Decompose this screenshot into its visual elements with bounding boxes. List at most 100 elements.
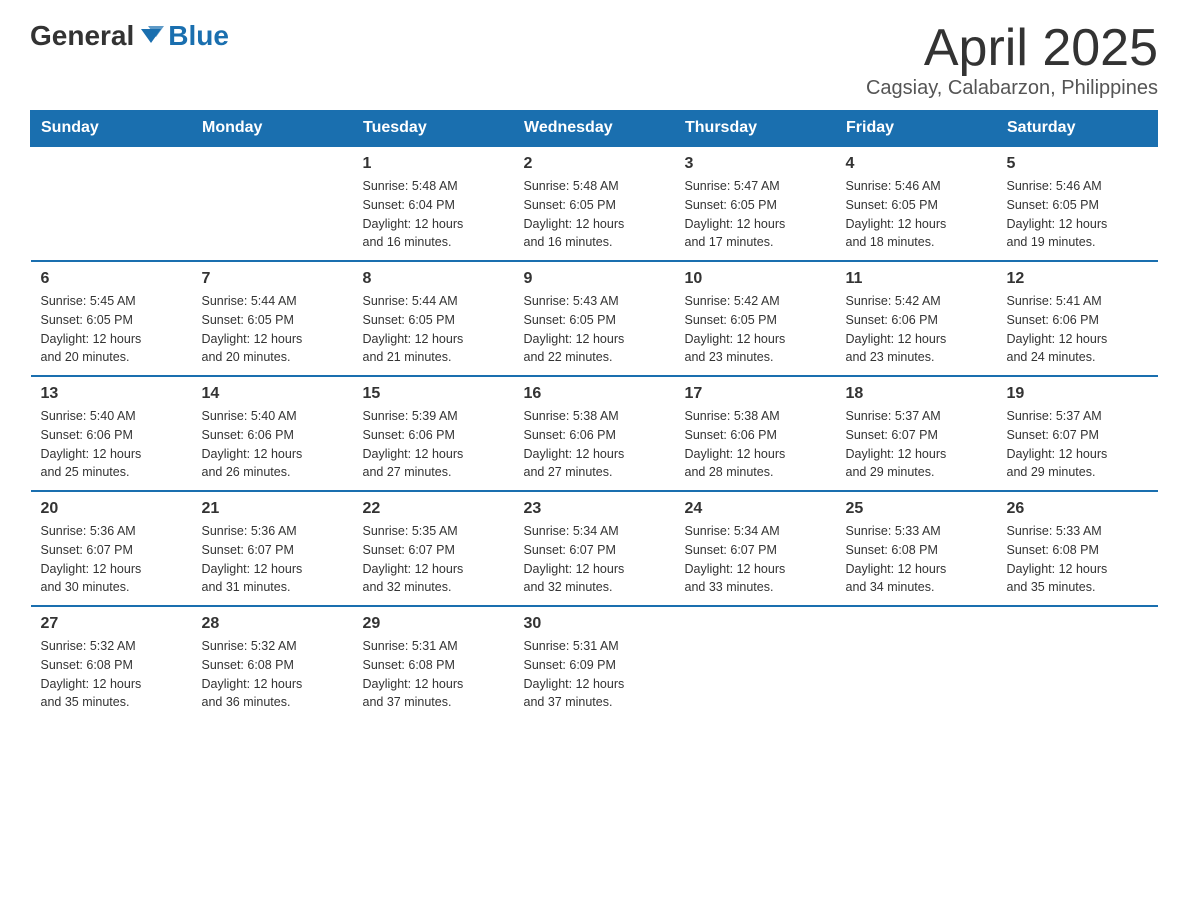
calendar-cell: 6 Sunrise: 5:45 AMSunset: 6:05 PMDaylight… [31, 261, 192, 376]
calendar-cell: 4 Sunrise: 5:46 AMSunset: 6:05 PMDaylight… [836, 146, 997, 261]
day-number: 25 [846, 500, 987, 518]
calendar-cell [997, 606, 1158, 720]
weekday-header-row: SundayMondayTuesdayWednesdayThursdayFrid… [31, 111, 1158, 147]
calendar-cell: 27 Sunrise: 5:32 AMSunset: 6:08 PMDayligh… [31, 606, 192, 720]
day-number: 27 [41, 615, 182, 633]
calendar-cell: 11 Sunrise: 5:42 AMSunset: 6:06 PMDayligh… [836, 261, 997, 376]
day-number: 6 [41, 270, 182, 288]
day-info: Sunrise: 5:33 AMSunset: 6:08 PMDaylight:… [1007, 522, 1148, 597]
day-info: Sunrise: 5:44 AMSunset: 6:05 PMDaylight:… [363, 292, 504, 367]
day-info: Sunrise: 5:46 AMSunset: 6:05 PMDaylight:… [1007, 177, 1148, 252]
day-number: 29 [363, 615, 504, 633]
day-number: 16 [524, 385, 665, 403]
day-info: Sunrise: 5:43 AMSunset: 6:05 PMDaylight:… [524, 292, 665, 367]
day-number: 20 [41, 500, 182, 518]
calendar-cell: 29 Sunrise: 5:31 AMSunset: 6:08 PMDayligh… [353, 606, 514, 720]
calendar-cell: 3 Sunrise: 5:47 AMSunset: 6:05 PMDaylight… [675, 146, 836, 261]
calendar-cell [192, 146, 353, 261]
calendar-cell: 9Sunrise: 5:43 AMSunset: 6:05 PMDaylight… [514, 261, 675, 376]
day-number: 5 [1007, 155, 1148, 173]
day-number: 26 [1007, 500, 1148, 518]
calendar-cell: 5 Sunrise: 5:46 AMSunset: 6:05 PMDaylight… [997, 146, 1158, 261]
day-info: Sunrise: 5:34 AMSunset: 6:07 PMDaylight:… [685, 522, 826, 597]
day-info: Sunrise: 5:45 AMSunset: 6:05 PMDaylight:… [41, 292, 182, 367]
calendar-cell: 25 Sunrise: 5:33 AMSunset: 6:08 PMDayligh… [836, 491, 997, 606]
day-number: 8 [363, 270, 504, 288]
day-info: Sunrise: 5:42 AMSunset: 6:06 PMDaylight:… [846, 292, 987, 367]
day-number: 2 [524, 155, 665, 173]
calendar-title: April 2025 [866, 20, 1158, 77]
calendar-table: SundayMondayTuesdayWednesdayThursdayFrid… [30, 110, 1158, 720]
calendar-cell [836, 606, 997, 720]
weekday-header-monday: Monday [192, 111, 353, 147]
day-number: 4 [846, 155, 987, 173]
weekday-header-sunday: Sunday [31, 111, 192, 147]
day-info: Sunrise: 5:48 AMSunset: 6:04 PMDaylight:… [363, 177, 504, 252]
day-info: Sunrise: 5:34 AMSunset: 6:07 PMDaylight:… [524, 522, 665, 597]
day-number: 30 [524, 615, 665, 633]
calendar-week-5: 27 Sunrise: 5:32 AMSunset: 6:08 PMDayligh… [31, 606, 1158, 720]
day-info: Sunrise: 5:32 AMSunset: 6:08 PMDaylight:… [41, 637, 182, 712]
day-number: 12 [1007, 270, 1148, 288]
calendar-week-1: 1 Sunrise: 5:48 AMSunset: 6:04 PMDaylight… [31, 146, 1158, 261]
calendar-week-3: 13Sunrise: 5:40 AMSunset: 6:06 PMDayligh… [31, 376, 1158, 491]
day-info: Sunrise: 5:42 AMSunset: 6:05 PMDaylight:… [685, 292, 826, 367]
calendar-cell: 14 Sunrise: 5:40 AMSunset: 6:06 PMDayligh… [192, 376, 353, 491]
calendar-cell: 26 Sunrise: 5:33 AMSunset: 6:08 PMDayligh… [997, 491, 1158, 606]
calendar-subtitle: Cagsiay, Calabarzon, Philippines [866, 77, 1158, 100]
logo-icon [136, 21, 166, 51]
weekday-header-saturday: Saturday [997, 111, 1158, 147]
day-number: 23 [524, 500, 665, 518]
day-number: 1 [363, 155, 504, 173]
day-info: Sunrise: 5:44 AMSunset: 6:05 PMDaylight:… [202, 292, 343, 367]
day-info: Sunrise: 5:40 AMSunset: 6:06 PMDaylight:… [202, 407, 343, 482]
title-block: April 2025 Cagsiay, Calabarzon, Philippi… [866, 20, 1158, 100]
calendar-week-2: 6 Sunrise: 5:45 AMSunset: 6:05 PMDaylight… [31, 261, 1158, 376]
day-info: Sunrise: 5:31 AMSunset: 6:09 PMDaylight:… [524, 637, 665, 712]
day-info: Sunrise: 5:37 AMSunset: 6:07 PMDaylight:… [1007, 407, 1148, 482]
day-info: Sunrise: 5:37 AMSunset: 6:07 PMDaylight:… [846, 407, 987, 482]
calendar-cell: 19 Sunrise: 5:37 AMSunset: 6:07 PMDayligh… [997, 376, 1158, 491]
weekday-header-friday: Friday [836, 111, 997, 147]
day-info: Sunrise: 5:46 AMSunset: 6:05 PMDaylight:… [846, 177, 987, 252]
day-info: Sunrise: 5:35 AMSunset: 6:07 PMDaylight:… [363, 522, 504, 597]
calendar-cell [31, 146, 192, 261]
weekday-header-tuesday: Tuesday [353, 111, 514, 147]
day-info: Sunrise: 5:41 AMSunset: 6:06 PMDaylight:… [1007, 292, 1148, 367]
day-info: Sunrise: 5:36 AMSunset: 6:07 PMDaylight:… [202, 522, 343, 597]
day-number: 21 [202, 500, 343, 518]
day-number: 22 [363, 500, 504, 518]
calendar-cell: 7 Sunrise: 5:44 AMSunset: 6:05 PMDaylight… [192, 261, 353, 376]
day-number: 24 [685, 500, 826, 518]
calendar-cell: 28Sunrise: 5:32 AMSunset: 6:08 PMDayligh… [192, 606, 353, 720]
calendar-cell: 30 Sunrise: 5:31 AMSunset: 6:09 PMDayligh… [514, 606, 675, 720]
logo-text-general: General [30, 20, 134, 52]
calendar-cell: 17Sunrise: 5:38 AMSunset: 6:06 PMDayligh… [675, 376, 836, 491]
day-number: 14 [202, 385, 343, 403]
weekday-header-wednesday: Wednesday [514, 111, 675, 147]
calendar-cell: 23 Sunrise: 5:34 AMSunset: 6:07 PMDayligh… [514, 491, 675, 606]
day-info: Sunrise: 5:31 AMSunset: 6:08 PMDaylight:… [363, 637, 504, 712]
day-number: 3 [685, 155, 826, 173]
day-info: Sunrise: 5:47 AMSunset: 6:05 PMDaylight:… [685, 177, 826, 252]
day-number: 15 [363, 385, 504, 403]
calendar-cell: 1 Sunrise: 5:48 AMSunset: 6:04 PMDaylight… [353, 146, 514, 261]
calendar-cell: 22 Sunrise: 5:35 AMSunset: 6:07 PMDayligh… [353, 491, 514, 606]
day-number: 10 [685, 270, 826, 288]
day-number: 11 [846, 270, 987, 288]
calendar-cell: 10 Sunrise: 5:42 AMSunset: 6:05 PMDayligh… [675, 261, 836, 376]
day-info: Sunrise: 5:39 AMSunset: 6:06 PMDaylight:… [363, 407, 504, 482]
day-number: 19 [1007, 385, 1148, 403]
weekday-header-thursday: Thursday [675, 111, 836, 147]
calendar-cell: 15 Sunrise: 5:39 AMSunset: 6:06 PMDayligh… [353, 376, 514, 491]
calendar-header: SundayMondayTuesdayWednesdayThursdayFrid… [31, 111, 1158, 147]
calendar-cell: 20Sunrise: 5:36 AMSunset: 6:07 PMDayligh… [31, 491, 192, 606]
logo: General Blue [30, 20, 229, 52]
calendar-cell: 24 Sunrise: 5:34 AMSunset: 6:07 PMDayligh… [675, 491, 836, 606]
calendar-cell: 8 Sunrise: 5:44 AMSunset: 6:05 PMDaylight… [353, 261, 514, 376]
day-info: Sunrise: 5:32 AMSunset: 6:08 PMDaylight:… [202, 637, 343, 712]
day-info: Sunrise: 5:33 AMSunset: 6:08 PMDaylight:… [846, 522, 987, 597]
calendar-cell: 2Sunrise: 5:48 AMSunset: 6:05 PMDaylight… [514, 146, 675, 261]
day-number: 7 [202, 270, 343, 288]
day-number: 18 [846, 385, 987, 403]
